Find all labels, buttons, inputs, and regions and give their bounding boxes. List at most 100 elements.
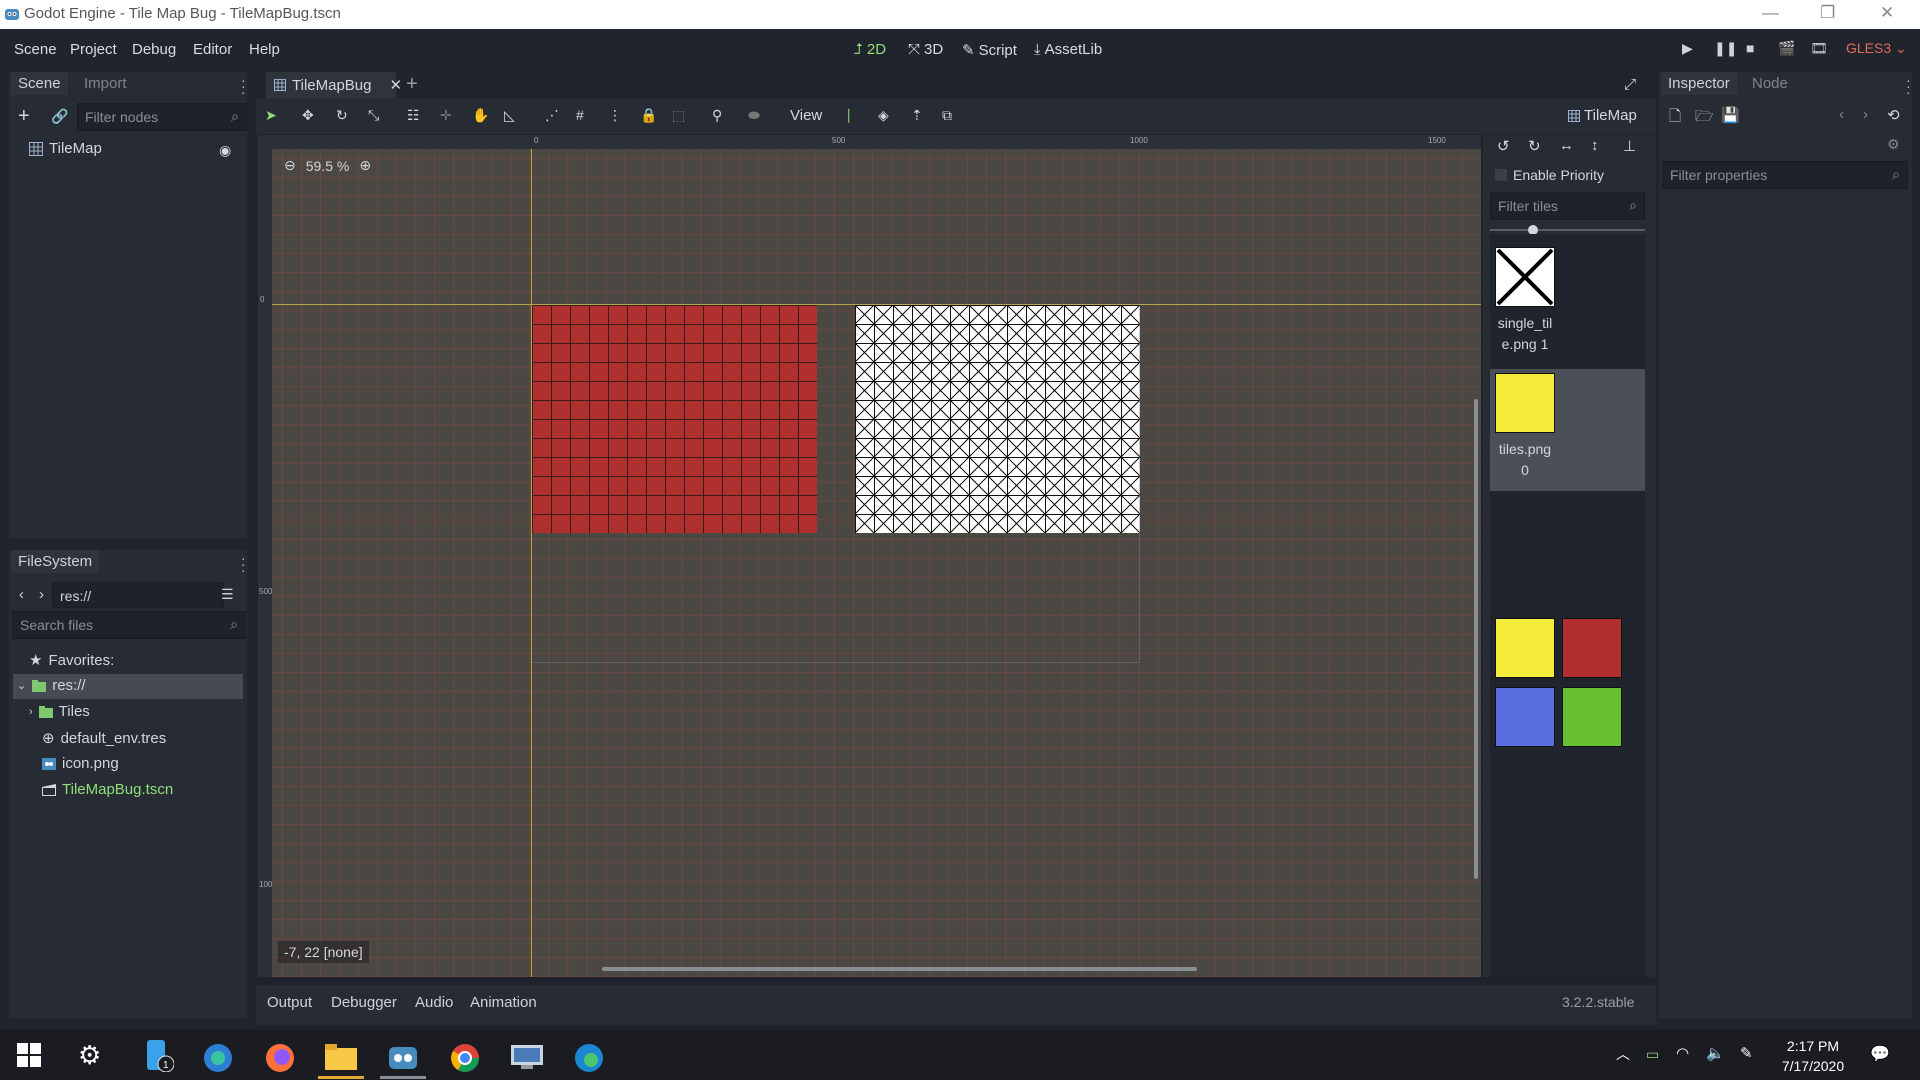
volume-icon[interactable]: 🔈 xyxy=(1706,1044,1725,1062)
history-back-icon[interactable]: ‹ xyxy=(1839,106,1844,123)
tab-debugger[interactable]: Debugger xyxy=(331,994,397,1011)
notification-icon[interactable]: 💬 xyxy=(1870,1044,1890,1064)
play-custom-scene-icon[interactable]: 🎞 xyxy=(1810,40,1828,57)
godot-app-icon[interactable] xyxy=(388,1043,418,1073)
add-node-icon[interactable]: + xyxy=(18,106,30,126)
atlas-tile-red[interactable] xyxy=(1562,618,1622,678)
clock[interactable]: 2:17 PM 7/17/2020 xyxy=(1776,1036,1850,1076)
file-icon-png[interactable]: icon.png xyxy=(42,755,119,772)
copy-icon[interactable]: ⧉ xyxy=(942,107,952,124)
tile-item-tiles-png[interactable]: tiles.png 0 xyxy=(1495,373,1563,481)
rotate-right-icon[interactable]: ↻ xyxy=(1528,137,1541,155)
edge-beta-icon[interactable] xyxy=(203,1043,233,1073)
scene-tab-tilemapbug[interactable]: TileMapBug ✕ xyxy=(266,72,402,98)
pause-icon[interactable]: ❚❚ xyxy=(1714,40,1737,57)
play-icon[interactable]: ▶ xyxy=(1682,40,1693,57)
flip-horizontal-icon[interactable]: ↔ xyxy=(1559,137,1574,154)
history-icon[interactable]: ⟲ xyxy=(1887,106,1900,124)
renderer-select[interactable]: GLES3 ⌄ xyxy=(1846,40,1907,57)
filter-properties-input[interactable]: Filter properties ⌕ xyxy=(1662,161,1908,189)
back-arrow-icon[interactable]: ‹ xyxy=(19,586,24,603)
chevron-up-icon[interactable]: ︿ xyxy=(1616,1044,1630,1064)
tree-node-tilemap[interactable]: TileMap xyxy=(29,140,102,157)
pick-tile-icon[interactable]: ⇡ xyxy=(911,107,923,124)
bucket-fill-icon[interactable]: ◈ xyxy=(878,107,889,124)
new-scene-tab-icon[interactable]: + xyxy=(406,73,418,96)
pen-icon[interactable]: ✎ xyxy=(1740,1044,1753,1062)
tab-scene[interactable]: Scene xyxy=(11,72,68,95)
filesystem-menu-icon[interactable]: · · · xyxy=(241,551,246,577)
canvas-viewport[interactable]: ⊖ 59.5 % ⊕ -7, 22 [none] xyxy=(272,149,1481,977)
windows-start-icon[interactable] xyxy=(17,1043,41,1067)
save-icon[interactable]: 💾 xyxy=(1721,106,1740,124)
zoom-level[interactable]: 59.5 % xyxy=(306,158,350,174)
tab-output[interactable]: Output xyxy=(267,994,312,1011)
workspace-script-button[interactable]: ✎ Script xyxy=(962,41,1017,60)
forward-arrow-icon[interactable]: › xyxy=(39,586,44,603)
tab-import[interactable]: Import xyxy=(77,72,134,95)
rotate-tool-icon[interactable]: ↻ xyxy=(336,107,348,124)
folder-tiles[interactable]: › Tiles xyxy=(29,703,90,720)
new-resource-icon[interactable]: 🗋 xyxy=(1669,106,1681,131)
file-default-env[interactable]: ⊕ default_env.tres xyxy=(42,729,166,748)
menu-project[interactable]: Project xyxy=(70,41,117,58)
battery-icon[interactable]: ▭ xyxy=(1646,1046,1659,1063)
zoom-in-icon[interactable]: ⊕ xyxy=(359,157,371,174)
rotate-left-icon[interactable]: ↺ xyxy=(1497,137,1510,155)
lock-icon[interactable]: 🔒 xyxy=(640,107,657,124)
filter-tiles-input[interactable]: Filter tiles ⌕ xyxy=(1490,192,1645,220)
dock-menu-icon[interactable]: · · · xyxy=(241,73,246,99)
bone-icon[interactable]: ⚲ xyxy=(712,107,722,124)
workspace-2d-button[interactable]: ⮥ 2D xyxy=(854,41,886,58)
menu-help[interactable]: Help xyxy=(249,41,280,58)
close-button[interactable]: ✕ xyxy=(1880,3,1894,23)
wifi-icon[interactable]: ◠ xyxy=(1676,1044,1689,1062)
history-forward-icon[interactable]: › xyxy=(1863,106,1868,123)
list-select-icon[interactable]: ☷ xyxy=(407,107,420,124)
view-menu[interactable]: View xyxy=(790,107,822,124)
phone-app-icon[interactable]: 1 xyxy=(144,1040,174,1072)
split-mode-icon[interactable]: ☰ xyxy=(221,586,234,603)
edge-icon[interactable] xyxy=(574,1043,604,1073)
scale-tool-icon[interactable]: ⤡ xyxy=(368,107,379,124)
atlas-tile-blue[interactable] xyxy=(1495,687,1555,747)
flip-vertical-icon[interactable]: ↕ xyxy=(1591,137,1599,154)
tile-item-single[interactable]: single_til e.png 1 xyxy=(1495,247,1563,355)
link-icon[interactable]: 🔗 xyxy=(51,108,68,125)
grid-snap-icon[interactable]: # xyxy=(576,107,584,123)
chrome-icon[interactable] xyxy=(450,1043,480,1073)
visibility-eye-icon[interactable]: ◉ xyxy=(219,142,231,159)
pivot-tool-icon[interactable]: ✛ xyxy=(440,107,452,124)
camera-override-icon[interactable]: ⬬ xyxy=(748,107,760,124)
atlas-tile-yellow[interactable] xyxy=(1495,618,1555,678)
tab-node[interactable]: Node xyxy=(1745,72,1795,95)
folder-res-root[interactable]: ⌄ res:// xyxy=(17,677,86,694)
tab-inspector[interactable]: Inspector xyxy=(1661,72,1737,95)
minimize-button[interactable]: — xyxy=(1762,3,1779,23)
horizontal-scrollbar[interactable] xyxy=(602,967,1197,971)
key-insert-icon[interactable]: ⎸ xyxy=(848,107,862,124)
path-field[interactable]: res:// xyxy=(52,582,224,608)
enable-priority-checkbox[interactable]: Enable Priority xyxy=(1495,167,1604,183)
open-folder-icon[interactable]: 🗁 xyxy=(1695,106,1714,131)
object-properties-icon[interactable]: ⚙ xyxy=(1887,136,1900,153)
filter-nodes-input[interactable]: Filter nodes ⌕ xyxy=(77,103,247,131)
atlas-tile-green[interactable] xyxy=(1562,687,1622,747)
tab-audio[interactable]: Audio xyxy=(415,994,453,1011)
restore-button[interactable]: ❐ xyxy=(1820,3,1835,23)
workspace-3d-button[interactable]: ⤧ 3D xyxy=(908,41,943,58)
close-tab-icon[interactable]: ✕ xyxy=(389,76,402,94)
move-tool-icon[interactable]: ✥ xyxy=(302,107,314,124)
clear-transform-icon[interactable]: ⊥ xyxy=(1623,137,1636,155)
tab-animation[interactable]: Animation xyxy=(470,994,537,1011)
workspace-assetlib-button[interactable]: ⤓ AssetLib xyxy=(1034,41,1102,58)
stop-icon[interactable]: ■ xyxy=(1746,40,1754,56)
pan-tool-icon[interactable]: ✋ xyxy=(472,107,489,124)
ruler-tool-icon[interactable]: ◺ xyxy=(504,107,515,124)
menu-editor[interactable]: Editor xyxy=(193,41,232,58)
snap-options-icon[interactable]: ⋮ xyxy=(608,107,622,124)
distraction-free-icon[interactable]: ⤢ xyxy=(1624,76,1636,93)
menu-scene[interactable]: Scene xyxy=(14,41,57,58)
smart-snap-icon[interactable]: ⋰ xyxy=(545,107,559,124)
settings-gear-icon[interactable]: ⚙ xyxy=(78,1040,110,1072)
